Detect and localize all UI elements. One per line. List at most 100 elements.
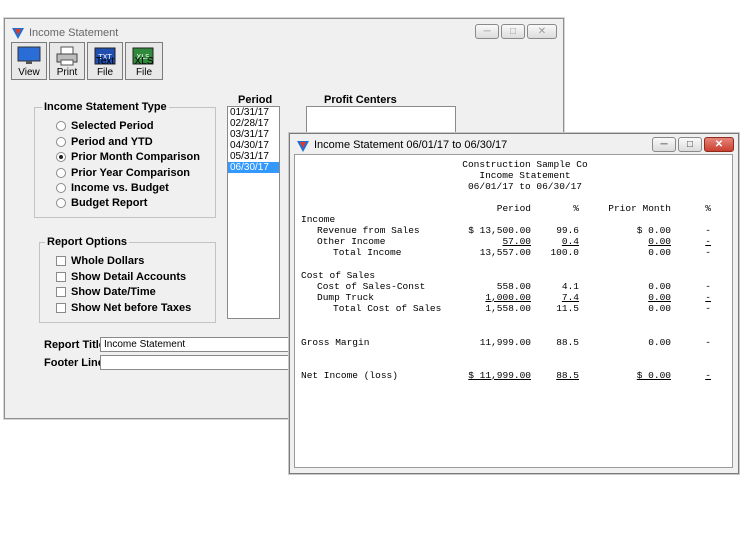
period-item[interactable]: 02/28/17 xyxy=(228,118,279,129)
col-header-period: Period xyxy=(496,203,531,214)
printer-icon xyxy=(56,46,78,66)
row-period-value: $ 11,999.00 xyxy=(468,370,531,382)
minimize-button[interactable]: ─ xyxy=(475,24,499,39)
row-prior-value: 0.00 xyxy=(648,292,671,304)
row-label: Other Income xyxy=(317,236,386,248)
row-pct-value: 88.5 xyxy=(556,336,579,348)
xls-file-button[interactable]: XLS XLS File xyxy=(125,42,163,80)
option-label: Whole Dollars xyxy=(71,255,145,267)
row-pct-value: 11.5 xyxy=(556,303,579,315)
checkbox[interactable] xyxy=(56,272,66,282)
radio-button[interactable] xyxy=(56,121,66,131)
view-label: View xyxy=(18,67,40,78)
radio-period-and-ytd[interactable]: Period and YTD xyxy=(56,136,153,148)
footer-line-input[interactable] xyxy=(100,355,290,370)
app-logo-icon xyxy=(297,141,309,152)
radio-button[interactable] xyxy=(56,152,66,162)
report-title-label: Report Title xyxy=(44,339,105,351)
checkbox-show-date-time[interactable]: Show Date/Time xyxy=(56,286,156,298)
col-header-pct: % xyxy=(573,203,579,214)
view-button[interactable]: View xyxy=(11,42,47,80)
checkbox-show-net-before-taxes[interactable]: Show Net before Taxes xyxy=(56,302,191,314)
option-label: Show Date/Time xyxy=(71,286,156,298)
text-file-button[interactable]: TXT Text File xyxy=(87,42,123,80)
checkbox[interactable] xyxy=(56,303,66,313)
option-label: Show Net before Taxes xyxy=(71,302,192,314)
checkbox[interactable] xyxy=(56,256,66,266)
row-period-value: 57.00 xyxy=(502,236,531,248)
period-item[interactable]: 03/31/17 xyxy=(228,129,279,140)
option-label: Income vs. Budget xyxy=(71,182,169,194)
close-button[interactable]: ✕ xyxy=(527,24,557,39)
row-pct2-value: - xyxy=(705,247,711,259)
radio-prior-year-comparison[interactable]: Prior Year Comparison xyxy=(56,167,190,179)
radio-income-vs-budget[interactable]: Income vs. Budget xyxy=(56,182,169,194)
period-listbox[interactable]: 01/31/17 02/28/17 03/31/17 04/30/17 05/3… xyxy=(227,106,280,319)
option-label: Period and YTD xyxy=(71,136,153,148)
row-pct2-value: - xyxy=(705,303,711,315)
radio-button[interactable] xyxy=(56,198,66,208)
option-label: Prior Year Comparison xyxy=(71,167,191,179)
col-header-prior-month: Prior Month xyxy=(608,203,671,214)
row-prior-value: 0.00 xyxy=(648,247,671,259)
row-label: Total Income xyxy=(333,247,402,259)
statement-type-label: Income Statement Type xyxy=(42,101,169,113)
radio-selected-period[interactable]: Selected Period xyxy=(56,120,154,132)
minimize-icon: ─ xyxy=(660,138,668,150)
report-window-title: Income Statement 06/01/17 to 06/30/17 xyxy=(314,139,508,151)
text-file-label: Text File xyxy=(95,56,115,78)
xls-file-label: XLS File xyxy=(134,56,154,78)
checkbox[interactable] xyxy=(56,287,66,297)
option-label: Selected Period xyxy=(71,120,154,132)
row-label: Revenue from Sales xyxy=(317,225,420,237)
period-item-selected[interactable]: 06/30/17 xyxy=(228,162,279,173)
window-title: Income Statement xyxy=(29,27,119,39)
report-preview-window: Income Statement 06/01/17 to 06/30/17 ─ … xyxy=(289,133,739,474)
minimize-icon: ─ xyxy=(483,25,491,37)
report-minimize-button[interactable]: ─ xyxy=(652,137,676,152)
row-prior-value: $ 0.00 xyxy=(636,370,671,382)
row-prior-value: 0.00 xyxy=(648,236,671,248)
radio-button[interactable] xyxy=(56,168,66,178)
period-item[interactable]: 05/31/17 xyxy=(228,151,279,162)
row-period-value: 13,557.00 xyxy=(479,247,531,259)
app-logo-icon xyxy=(12,28,24,39)
report-maximize-button[interactable]: □ xyxy=(678,137,702,152)
report-close-button[interactable]: ✕ xyxy=(704,137,734,152)
footer-line-label: Footer Line xyxy=(44,357,104,369)
print-label: Print xyxy=(56,67,78,78)
row-label: Cost of Sales-Const xyxy=(317,280,426,292)
row-period-value: 1,000.00 xyxy=(485,292,531,304)
row-period-value: $ 13,500.00 xyxy=(468,225,531,237)
row-pct-value: 88.5 xyxy=(556,370,579,382)
period-item[interactable]: 01/31/17 xyxy=(228,107,279,118)
profit-centers-label: Profit Centers xyxy=(324,94,397,106)
radio-button[interactable] xyxy=(56,183,66,193)
radio-button[interactable] xyxy=(56,137,66,147)
report-page: Construction Sample Co Income Statement … xyxy=(294,154,733,468)
row-period-value: 1,558.00 xyxy=(485,303,531,315)
radio-budget-report[interactable]: Budget Report xyxy=(56,197,147,209)
close-icon: ✕ xyxy=(714,138,724,150)
checkbox-show-detail-accounts[interactable]: Show Detail Accounts xyxy=(56,271,186,283)
option-label: Show Detail Accounts xyxy=(71,271,187,283)
report-title-input[interactable]: Income Statement xyxy=(100,337,290,352)
row-prior-value: $ 0.00 xyxy=(636,225,671,237)
row-period-value: 11,999.00 xyxy=(479,336,531,348)
row-pct2-value: - xyxy=(705,280,711,292)
maximize-button[interactable]: □ xyxy=(501,24,525,39)
row-prior-value: 0.00 xyxy=(648,280,671,292)
radio-prior-month-comparison[interactable]: Prior Month Comparison xyxy=(56,151,200,163)
profit-centers-listbox[interactable] xyxy=(306,106,456,136)
print-button[interactable]: Print xyxy=(49,42,85,80)
period-item[interactable]: 04/30/17 xyxy=(228,140,279,151)
maximize-icon: □ xyxy=(686,138,694,150)
row-pct2-value: - xyxy=(705,292,711,304)
row-pct-value: 7.4 xyxy=(561,292,579,304)
monitor-icon xyxy=(17,46,41,64)
checkbox-whole-dollars[interactable]: Whole Dollars xyxy=(56,255,144,267)
row-pct2-value: - xyxy=(705,370,711,382)
close-icon: ✕ xyxy=(537,25,547,37)
row-prior-value: 0.00 xyxy=(648,336,671,348)
row-label: Total Cost of Sales xyxy=(333,303,442,315)
